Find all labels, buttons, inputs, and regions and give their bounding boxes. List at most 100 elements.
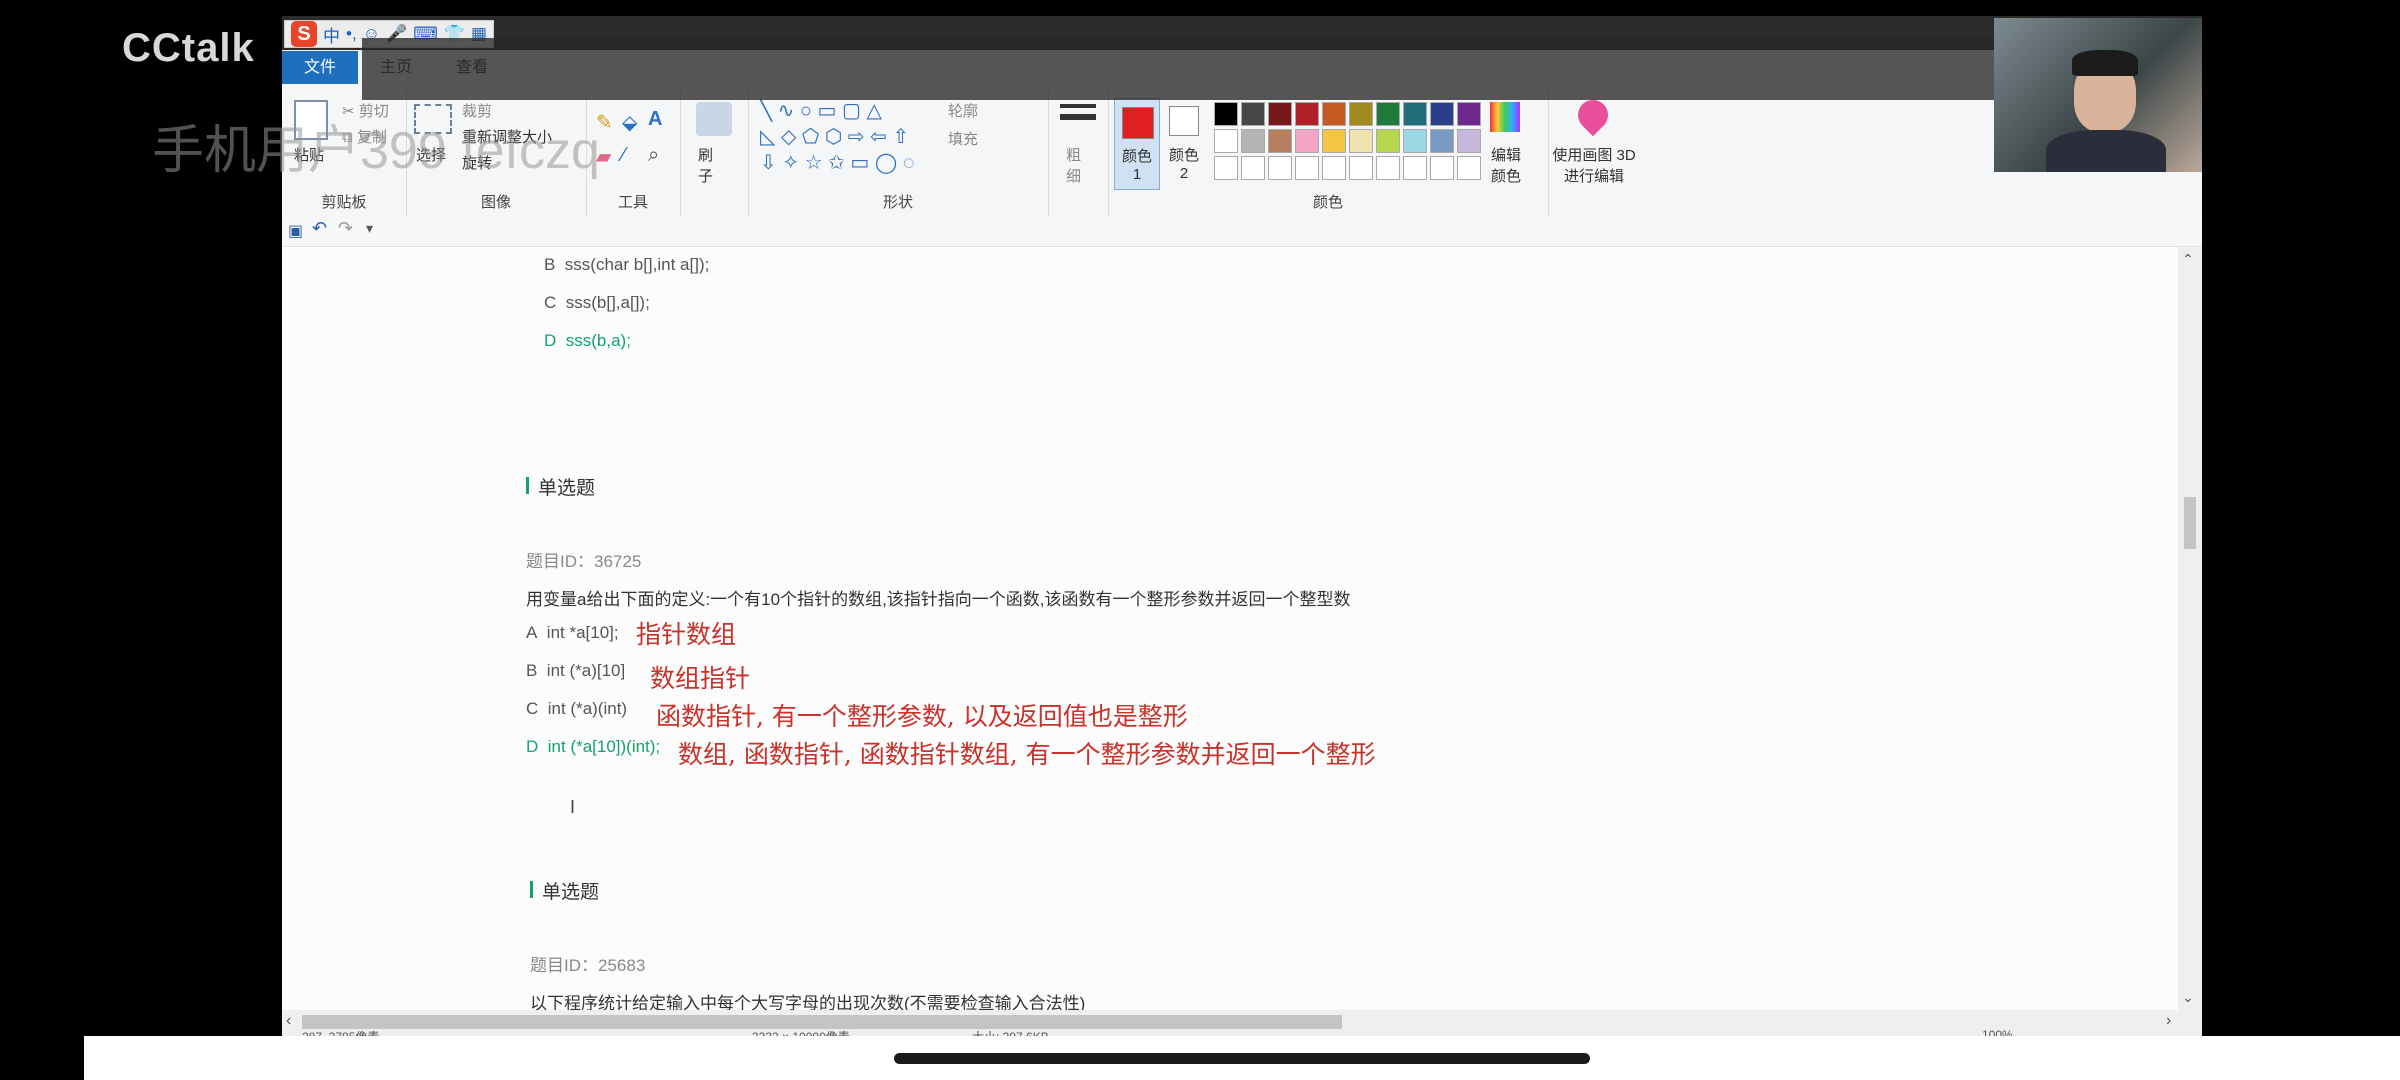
fill-button[interactable]: 填充 <box>948 128 978 149</box>
size-button[interactable]: 粗细 <box>1066 144 1086 186</box>
palette-swatch[interactable] <box>1295 102 1319 126</box>
q2-id: 题目ID：25683 <box>530 956 646 975</box>
palette-swatch[interactable] <box>1430 102 1454 126</box>
canvas-size: 3333 × 10000像素 <box>752 1028 850 1036</box>
color2-swatch <box>1169 106 1199 136</box>
color1-label: 颜色 1 <box>1121 148 1152 183</box>
palette-swatch-empty[interactable] <box>1403 156 1427 180</box>
palette-swatch[interactable] <box>1322 102 1346 126</box>
palette-swatch[interactable] <box>1376 129 1400 153</box>
clipboard-group-label: 剪贴板 <box>321 194 367 211</box>
line-shape-icon[interactable]: ╲ ∿ ○ ▭ ▢ △ <box>760 98 882 123</box>
palette-swatch[interactable] <box>1268 102 1292 126</box>
shapes-group-label: 形状 <box>882 194 913 211</box>
quick-access-toolbar: ▣ ↶ ↷ ▾ <box>282 216 2202 247</box>
q1-option-c: C int (*a)(int) <box>526 699 627 719</box>
palette-swatch[interactable] <box>1214 102 1238 126</box>
palette-swatch[interactable] <box>1241 129 1265 153</box>
color-picker-icon[interactable]: ⁄ <box>622 144 625 167</box>
brushes-group: 刷子 <box>680 84 749 216</box>
fill-icon[interactable]: ⬙ <box>622 110 637 135</box>
vertical-scrollbar[interactable]: ⌃ ⌄ <box>2178 247 2202 1010</box>
triangle-shape-icon[interactable]: ◺ ◇ ⬠ ⬡ ⇨ ⇦ ⇧ <box>760 124 909 149</box>
palette-swatch[interactable] <box>1457 102 1481 126</box>
tab-file[interactable]: 文件 <box>282 51 359 85</box>
shapes-group: ╲ ∿ ○ ▭ ▢ △ ◺ ◇ ⬠ ⬡ ⇨ ⇦ ⇧ ⇩ ✧ ☆ ✩ ▭ ◯ ◌ … <box>748 84 1049 216</box>
user-watermark: 手机用户399 fefczq <box>152 122 600 180</box>
palette-swatch[interactable] <box>1322 129 1346 153</box>
palette-swatch-empty[interactable] <box>1457 156 1481 180</box>
palette-swatch-empty[interactable] <box>1295 156 1319 180</box>
scroll-down-icon[interactable]: ⌄ <box>2182 989 2194 1006</box>
palette-swatch[interactable] <box>1457 129 1481 153</box>
size-line-icon[interactable] <box>1060 104 1096 108</box>
drawing-canvas[interactable]: B sss(char b[],int a[]); C sss(b[],a[]);… <box>282 247 2178 1010</box>
palette-swatch-empty[interactable] <box>1322 156 1346 180</box>
palette-swatch[interactable] <box>1349 129 1373 153</box>
star-shape-icon[interactable]: ⇩ ✧ ☆ ✩ ▭ ◯ ◌ <box>760 150 915 175</box>
scroll-left-icon[interactable]: ‹ <box>286 1012 291 1030</box>
redo-icon[interactable]: ↷ <box>338 218 353 239</box>
ime-mode[interactable]: 中 <box>323 22 340 47</box>
q1-id: 题目ID：36725 <box>526 552 642 571</box>
customize-qat-icon[interactable]: ▾ <box>366 220 373 237</box>
cursor-position: 287, 3785像素 <box>302 1028 379 1036</box>
size-line-icon-2[interactable] <box>1060 114 1096 120</box>
prev-option-c: C sss(b[],a[]); <box>544 293 650 313</box>
palette-swatch[interactable] <box>1241 102 1265 126</box>
prev-option-b: B sss(char b[],int a[]); <box>544 255 709 275</box>
brushes-button[interactable]: 刷子 <box>698 144 718 186</box>
brush-icon[interactable] <box>696 102 732 136</box>
image-group-label: 图像 <box>480 194 511 211</box>
option-letter: D <box>526 737 539 756</box>
sogou-icon: S <box>291 21 317 47</box>
color1-button[interactable]: 颜色 1 <box>1114 98 1160 190</box>
palette-swatch[interactable] <box>1295 129 1319 153</box>
annotation-b: 数组指针 <box>650 664 751 693</box>
palette-swatch[interactable] <box>1268 129 1292 153</box>
palette-swatch[interactable] <box>1214 129 1238 153</box>
option-letter: B <box>526 661 538 680</box>
outline-button[interactable]: 轮廓 <box>948 100 978 121</box>
presenter-hair <box>2072 50 2138 76</box>
palette-swatch-empty[interactable] <box>1268 156 1292 180</box>
palette-swatch[interactable] <box>1349 102 1373 126</box>
paint3d-icon[interactable] <box>1571 93 1615 137</box>
vertical-scroll-thumb[interactable] <box>2184 497 2196 549</box>
palette-swatch-empty[interactable] <box>1241 156 1265 180</box>
paint3d-button[interactable]: 使用画图 3D 进行编辑 <box>1552 144 1636 186</box>
option-letter: B <box>544 255 556 274</box>
horizontal-scroll-thumb[interactable] <box>302 1015 1342 1029</box>
palette-swatch-empty[interactable] <box>1430 156 1454 180</box>
palette-swatch-empty[interactable] <box>1376 156 1400 180</box>
text-icon[interactable]: A <box>648 108 662 131</box>
webcam-video <box>1994 18 2202 172</box>
palette-swatch[interactable] <box>1403 129 1427 153</box>
save-icon[interactable]: ▣ <box>288 221 303 241</box>
palette-swatch[interactable] <box>1403 102 1427 126</box>
undo-icon[interactable]: ↶ <box>312 218 327 239</box>
q2-type: 单选题 <box>542 882 600 903</box>
punctuation-icon[interactable]: •, <box>346 24 357 44</box>
option-letter: A <box>526 623 538 642</box>
palette-swatch[interactable] <box>1376 102 1400 126</box>
palette-swatch-empty[interactable] <box>1214 156 1238 180</box>
horizontal-scrollbar[interactable]: ‹ › <box>282 1010 2202 1034</box>
colors-group: 颜色 1 颜色 2 编辑颜色 颜色 <box>1108 84 1549 216</box>
palette-swatch[interactable] <box>1430 129 1454 153</box>
edit-colors-button[interactable]: 编辑颜色 <box>1486 144 1526 186</box>
edit-colors-icon[interactable] <box>1490 102 1520 132</box>
zoom-level: 100% <box>1982 1028 2013 1036</box>
color2-button[interactable]: 颜色 2 <box>1162 98 1206 188</box>
scroll-right-icon[interactable]: › <box>2166 1012 2171 1030</box>
scroll-up-icon[interactable]: ⌃ <box>2182 251 2194 268</box>
text-cursor-icon: I <box>570 797 576 817</box>
home-indicator[interactable] <box>894 1053 1590 1064</box>
option-text: int (*a)[10] <box>546 661 626 680</box>
magnifier-icon[interactable]: ⌕ <box>648 144 659 167</box>
q1-option-b: B int (*a)[10] <box>526 661 625 681</box>
palette-swatch-empty[interactable] <box>1349 156 1373 180</box>
q2-stem: 以下程序统计给定输入中每个大写字母的出现次数(不需要检查输入合法性) <box>530 994 1086 1010</box>
color2-label: 颜色 2 <box>1168 147 1199 182</box>
annotation-a: 指针数组 <box>636 620 737 649</box>
